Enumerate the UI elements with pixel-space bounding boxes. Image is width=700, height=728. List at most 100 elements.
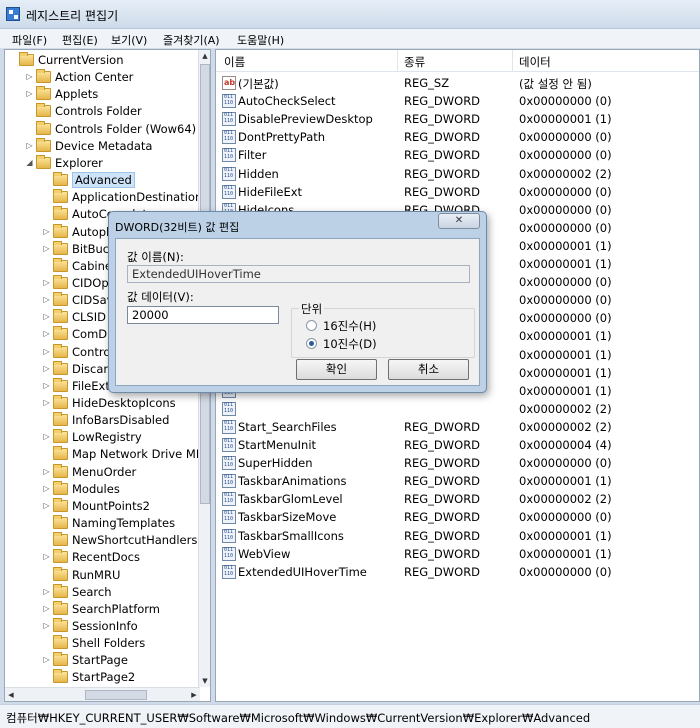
list-row[interactable]: DontPrettyPath REG_DWORD 0x00000000 (0) bbox=[216, 128, 699, 146]
tree-item[interactable]: ▷ MountPoints2 bbox=[5, 497, 200, 515]
tree-item[interactable]: NamingTemplates bbox=[5, 515, 200, 532]
expand-icon[interactable]: ▷ bbox=[42, 347, 51, 356]
expand-icon[interactable]: ▷ bbox=[42, 364, 51, 373]
value-name: DisablePreviewDesktop bbox=[238, 112, 373, 127]
tree-item[interactable]: NewShortcutHandlers bbox=[5, 532, 200, 549]
list-row[interactable]: ExtendedUIHoverTime REG_DWORD 0x00000000 (… bbox=[216, 563, 699, 581]
tree-item-label: RecentDocs bbox=[72, 550, 140, 565]
tree-item[interactable]: Advanced bbox=[5, 172, 200, 189]
hex-radio[interactable] bbox=[306, 320, 317, 331]
decimal-radio[interactable] bbox=[306, 338, 317, 349]
tree-item[interactable]: Controls Folder (Wow64) bbox=[5, 120, 200, 138]
menu-edit[interactable]: 편집(E) bbox=[62, 32, 98, 48]
folder-icon bbox=[53, 395, 68, 409]
tree-item[interactable]: ▷ HideDesktopIcons bbox=[5, 395, 200, 412]
list-row[interactable]: StartMenuInit REG_DWORD 0x00000004 (4) bbox=[216, 436, 699, 454]
scroll-up-icon[interactable]: ▲ bbox=[199, 50, 210, 62]
list-row[interactable]: Filter REG_DWORD 0x00000000 (0) bbox=[216, 146, 699, 164]
list-row[interactable]: TaskbarSmallIcons REG_DWORD 0x00000001 (1) bbox=[216, 527, 699, 545]
menu-help[interactable]: 도움말(H) bbox=[237, 32, 284, 48]
tree-item[interactable]: Controls Folder bbox=[5, 103, 200, 120]
scroll-down-icon[interactable]: ▼ bbox=[199, 675, 210, 687]
tree-item[interactable]: ▷ Action Center bbox=[5, 69, 200, 86]
expand-icon[interactable]: ▷ bbox=[42, 329, 51, 338]
list-row[interactable]: HideFileExt REG_DWORD 0x00000000 (0) bbox=[216, 183, 699, 201]
column-type[interactable]: 종류 bbox=[404, 54, 425, 70]
tree-item[interactable]: ApplicationDestinations bbox=[5, 189, 208, 206]
expand-icon[interactable]: ▷ bbox=[25, 72, 34, 81]
tree-item[interactable]: ▷ SearchPlatform bbox=[5, 600, 200, 618]
column-divider[interactable] bbox=[512, 50, 513, 72]
value-name-field[interactable]: ExtendedUIHoverTime bbox=[127, 265, 470, 283]
menu-file[interactable]: 파일(F) bbox=[12, 32, 47, 48]
scroll-left-icon[interactable]: ◀ bbox=[5, 689, 17, 701]
expand-icon[interactable]: ▷ bbox=[25, 89, 34, 98]
expand-icon[interactable]: ▷ bbox=[42, 432, 51, 441]
list-row[interactable]: SuperHidden REG_DWORD 0x00000000 (0) bbox=[216, 454, 699, 472]
tree-item[interactable]: ▷ Modules bbox=[5, 480, 200, 498]
tree-item[interactable]: ▷ LowRegistry bbox=[5, 429, 200, 446]
value-data-input[interactable]: 20000 bbox=[127, 306, 279, 324]
expand-icon[interactable]: ▷ bbox=[25, 141, 34, 150]
ok-button[interactable]: 확인 bbox=[296, 359, 377, 380]
list-row[interactable]: TaskbarGlomLevel REG_DWORD 0x00000002 (2) bbox=[216, 490, 699, 508]
expand-icon[interactable]: ▷ bbox=[42, 227, 51, 236]
expand-icon[interactable]: ▷ bbox=[42, 467, 51, 476]
value-data: 0x00000000 (0) bbox=[519, 148, 612, 163]
list-row[interactable]: AutoCheckSelect REG_DWORD 0x00000000 (0) bbox=[216, 92, 699, 110]
tree-item[interactable]: StartPage2 bbox=[5, 669, 200, 686]
list-row[interactable]: WebView REG_DWORD 0x00000001 (1) bbox=[216, 545, 699, 563]
tree-item[interactable]: Map Network Drive MRU bbox=[5, 446, 210, 463]
expand-icon[interactable]: ▷ bbox=[42, 587, 51, 596]
tree-item[interactable]: ▷ Applets bbox=[5, 86, 200, 103]
tree-item[interactable]: RunMRU bbox=[5, 566, 200, 584]
decimal-radio-label[interactable]: 10진수(D) bbox=[323, 336, 377, 352]
title-bar[interactable]: 레지스트리 편집기 bbox=[0, 0, 700, 29]
expand-icon[interactable]: ▷ bbox=[42, 621, 51, 630]
close-icon[interactable]: ✕ bbox=[438, 213, 480, 229]
expand-icon[interactable]: ▷ bbox=[42, 312, 51, 321]
expand-icon[interactable]: ▷ bbox=[42, 655, 51, 664]
tree-item[interactable]: ◢ Explorer bbox=[5, 154, 200, 172]
list-row[interactable]: Start_SearchFiles REG_DWORD 0x00000002 (2) bbox=[216, 418, 699, 436]
column-divider[interactable] bbox=[397, 50, 398, 72]
menu-view[interactable]: 보기(V) bbox=[111, 32, 147, 48]
column-data[interactable]: 데이터 bbox=[519, 54, 551, 70]
expand-icon[interactable]: ▷ bbox=[42, 381, 51, 390]
tree-item[interactable]: ▷ MenuOrder bbox=[5, 463, 200, 481]
list-row[interactable]: TaskbarAnimations REG_DWORD 0x00000001 (1) bbox=[216, 472, 699, 490]
collapse-icon[interactable]: ◢ bbox=[25, 158, 34, 167]
expand-icon[interactable]: ▷ bbox=[42, 484, 51, 493]
tree-horizontal-scrollbar[interactable]: ◀ ▶ bbox=[5, 687, 200, 701]
column-name[interactable]: 이름 bbox=[224, 54, 245, 70]
expand-icon[interactable]: ▷ bbox=[42, 295, 51, 304]
expand-icon[interactable]: ▷ bbox=[42, 278, 51, 287]
expand-icon[interactable]: ▷ bbox=[42, 604, 51, 613]
folder-icon bbox=[53, 583, 68, 598]
scroll-thumb-horizontal[interactable] bbox=[85, 690, 147, 700]
tree-item[interactable]: ▷ RecentDocs bbox=[5, 549, 200, 566]
expand-icon[interactable]: ▷ bbox=[42, 501, 51, 510]
expand-icon[interactable]: ▷ bbox=[42, 244, 51, 253]
tree-item[interactable]: ▷ StartPage bbox=[5, 652, 200, 669]
menu-favorites[interactable]: 즐겨찾기(A) bbox=[163, 32, 220, 48]
tree-item[interactable]: Shell Folders bbox=[5, 635, 200, 652]
cancel-button[interactable]: 취소 bbox=[388, 359, 469, 380]
expand-icon[interactable]: ▷ bbox=[42, 398, 51, 407]
tree-item[interactable]: ▷ Search bbox=[5, 583, 200, 601]
tree-item[interactable]: InfoBarsDisabled bbox=[5, 412, 200, 429]
tree-item[interactable]: ▷ SessionInfo bbox=[5, 617, 200, 635]
scroll-right-icon[interactable]: ▶ bbox=[188, 689, 200, 701]
menu-bar: 파일(F) 편집(E) 보기(V) 즐겨찾기(A) 도움말(H) bbox=[0, 29, 700, 49]
hex-radio-label[interactable]: 16진수(H) bbox=[323, 318, 376, 334]
folder-icon bbox=[53, 600, 68, 615]
tree-item[interactable]: ▷ Device Metadata bbox=[5, 137, 200, 155]
list-row[interactable]: Hidden REG_DWORD 0x00000002 (2) bbox=[216, 165, 699, 183]
tree-item[interactable]: CurrentVersion bbox=[5, 52, 200, 69]
expand-icon[interactable]: ▷ bbox=[42, 552, 51, 561]
list-row[interactable]: (기본값) REG_SZ (값 설정 안 됨) bbox=[216, 74, 699, 92]
list-row[interactable]: 0x00000002 (2) bbox=[216, 400, 699, 418]
edit-dword-dialog[interactable]: DWORD(32비트) 값 편집 ✕ 값 이름(N): ExtendedUIHo… bbox=[108, 211, 487, 393]
list-row[interactable]: TaskbarSizeMove REG_DWORD 0x00000000 (0) bbox=[216, 508, 699, 526]
list-row[interactable]: DisablePreviewDesktop REG_DWORD 0x00000001… bbox=[216, 110, 699, 128]
